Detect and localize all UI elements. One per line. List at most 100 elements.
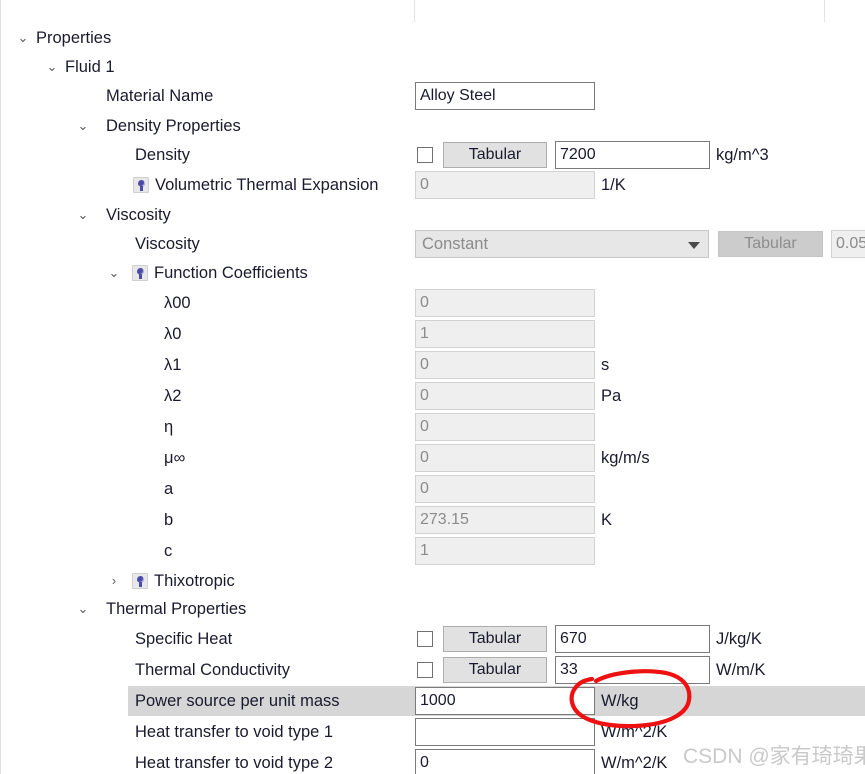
column-separator-1 <box>414 0 415 22</box>
chevron-down-icon[interactable]: ⌄ <box>76 200 90 230</box>
lambda1-input: 0 <box>415 351 595 379</box>
thermal-conductivity-unit-label: W/m/K <box>716 661 766 679</box>
tree-label-material-name: Material Name <box>106 87 214 105</box>
density-unit-label: kg/m^3 <box>716 146 769 164</box>
volumetric-thermal-expansion-input: 0 <box>415 171 595 199</box>
chevron-down-icon[interactable]: ⌄ <box>16 23 30 53</box>
tree-row-power-source-controls[interactable]: Power source per unit mass 1000 W/kg <box>0 686 865 716</box>
specific-heat-tabular-checkbox[interactable] <box>417 631 433 647</box>
b-input: 273.15 <box>415 506 595 534</box>
tree-label-c: c <box>164 542 173 560</box>
volumetric-thermal-expansion-unit-label: 1/K <box>601 176 626 194</box>
tree-label-lambda1: λ1 <box>164 356 182 374</box>
tree-row-mu-inf[interactable]: μ∞ 0 kg/m/s <box>0 443 865 473</box>
density-value-input[interactable]: 7200 <box>555 141 710 169</box>
column-separator-2 <box>824 0 825 22</box>
thermal-conductivity-tabular-checkbox[interactable] <box>417 662 433 678</box>
tree-row-lambda1[interactable]: λ1 0 s <box>0 350 865 380</box>
mu-inf-input: 0 <box>415 444 595 472</box>
tree-label-fluid-1: Fluid 1 <box>65 58 115 76</box>
power-source-value-input[interactable]: 1000 <box>415 687 595 715</box>
function-icon <box>132 265 148 281</box>
viscosity-mode-select[interactable]: Constant <box>415 230 709 258</box>
tree-label-viscosity-field: Viscosity <box>135 235 200 253</box>
heat-transfer-void-2-input[interactable]: 0 <box>415 749 595 774</box>
chevron-down-icon[interactable]: ⌄ <box>45 52 59 82</box>
tree-label-lambda2: λ2 <box>164 387 182 405</box>
tree-row-b[interactable]: b 273.15 K <box>0 505 865 535</box>
tree-label-lambda00: λ00 <box>164 294 191 312</box>
viscosity-tabular-button: Tabular <box>718 231 823 257</box>
a-input: 0 <box>415 475 595 503</box>
heat-transfer-void-1-unit-label: W/m^2/K <box>601 723 668 741</box>
tree-label-heat-transfer-void-1: Heat transfer to void type 1 <box>135 723 334 741</box>
chevron-down-icon[interactable]: ⌄ <box>76 111 90 141</box>
tree-row-lambda00[interactable]: λ00 0 <box>0 288 865 318</box>
tree-row-fluid-1[interactable]: ⌄ Fluid 1 <box>0 52 865 82</box>
specific-heat-tabular-button[interactable]: Tabular <box>443 626 547 652</box>
tree-label-density-properties: Density Properties <box>106 117 241 135</box>
chevron-down-icon[interactable]: ⌄ <box>107 258 121 288</box>
specific-heat-value-input[interactable]: 670 <box>555 625 710 653</box>
tree-label-thermal-conductivity: Thermal Conductivity <box>135 661 290 679</box>
tree-row-specific-heat[interactable]: Specific Heat Tabular 670 J/kg/K <box>0 624 865 654</box>
heat-transfer-void-1-input[interactable] <box>415 718 595 746</box>
properties-panel: ⌄ Properties ⌄ Fluid 1 Material Name All… <box>0 0 865 774</box>
tree-row-viscosity-group[interactable]: ⌄ Viscosity <box>0 200 865 230</box>
lambda1-unit-label: s <box>601 356 610 374</box>
tree-row-thermal-properties[interactable]: ⌄ Thermal Properties <box>0 594 865 624</box>
tree-label-properties: Properties <box>36 29 112 47</box>
viscosity-mode-value: Constant <box>422 235 489 253</box>
tree-row-lambda2[interactable]: λ2 0 Pa <box>0 381 865 411</box>
tree-row-viscosity-field[interactable]: Viscosity Constant Tabular 0.05 <box>0 229 865 259</box>
thermal-conductivity-value-input[interactable]: 33 <box>555 656 710 684</box>
b-unit-label: K <box>601 511 613 529</box>
tree-label-density: Density <box>135 146 191 164</box>
lambda2-input: 0 <box>415 382 595 410</box>
tree-label-mu-inf: μ∞ <box>164 449 186 467</box>
function-icon <box>132 573 148 589</box>
tree-row-c[interactable]: c 1 <box>0 536 865 566</box>
density-tabular-checkbox[interactable] <box>417 147 433 163</box>
mu-inf-unit-label: kg/m/s <box>601 449 650 467</box>
tree-label-b: b <box>164 511 174 529</box>
tree-row-function-coefficients[interactable]: ⌄ Function Coefficients <box>0 258 865 288</box>
lambda00-input: 0 <box>415 289 595 317</box>
tree-label-thixotropic: Thixotropic <box>154 572 235 590</box>
tree-label-eta: η <box>164 418 174 436</box>
tree-label-function-coefficients: Function Coefficients <box>154 264 308 282</box>
tree-row-thermal-conductivity[interactable]: Thermal Conductivity Tabular 33 W/m/K <box>0 655 865 685</box>
watermark-text: CSDN @家有琦琦果 <box>683 745 865 768</box>
eta-input: 0 <box>415 413 595 441</box>
power-source-unit-label: W/kg <box>601 692 639 710</box>
material-name-input[interactable]: Alloy Steel <box>415 82 595 110</box>
density-tabular-button[interactable]: Tabular <box>443 142 547 168</box>
tree-row-material-name[interactable]: Material Name Alloy Steel <box>0 81 865 111</box>
tree-label-power-source-per-unit-mass: Power source per unit mass <box>135 692 340 710</box>
tree-row-density[interactable]: Density Tabular 7200 kg/m^3 <box>0 140 865 170</box>
viscosity-value-input: 0.05 <box>831 230 865 258</box>
tree-row-eta[interactable]: η 0 <box>0 412 865 442</box>
heat-transfer-void-2-unit-label: W/m^2/K <box>601 754 668 772</box>
chevron-right-icon[interactable]: › <box>107 566 121 596</box>
tree-label-thermal-properties: Thermal Properties <box>106 600 247 618</box>
tree-row-lambda0[interactable]: λ0 1 <box>0 319 865 349</box>
specific-heat-unit-label: J/kg/K <box>716 630 762 648</box>
thermal-conductivity-tabular-button[interactable]: Tabular <box>443 657 547 683</box>
tree-label-volumetric-thermal-expansion: Volumetric Thermal Expansion <box>155 176 379 194</box>
chevron-down-icon[interactable] <box>688 242 700 249</box>
tree-label-specific-heat: Specific Heat <box>135 630 233 648</box>
tree-label-lambda0: λ0 <box>164 325 182 343</box>
tree-row-thixotropic[interactable]: › Thixotropic <box>0 566 865 596</box>
tree-label-heat-transfer-void-2: Heat transfer to void type 2 <box>135 754 334 772</box>
lambda0-input: 1 <box>415 320 595 348</box>
tree-row-volumetric-thermal-expansion[interactable]: Volumetric Thermal Expansion 0 1/K <box>0 170 865 200</box>
chevron-down-icon[interactable]: ⌄ <box>76 594 90 624</box>
function-icon <box>133 177 149 193</box>
lambda2-unit-label: Pa <box>601 387 622 405</box>
tree-label-viscosity-group: Viscosity <box>106 206 171 224</box>
tree-row-properties[interactable]: ⌄ Properties <box>0 23 865 53</box>
tree-row-density-properties[interactable]: ⌄ Density Properties <box>0 111 865 141</box>
c-input: 1 <box>415 537 595 565</box>
tree-row-a[interactable]: a 0 <box>0 474 865 504</box>
